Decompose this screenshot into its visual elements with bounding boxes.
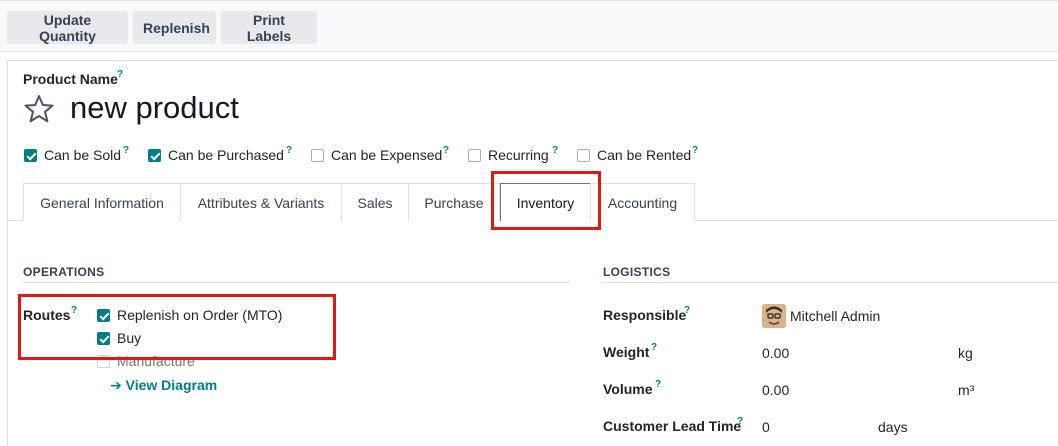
lead-time-unit: days [878, 419, 908, 435]
tab-general-information[interactable]: General Information [23, 183, 181, 221]
inventory-tab-highlight [491, 171, 601, 230]
volume-input[interactable]: 0.00 [762, 382, 789, 398]
print-labels-button[interactable]: Print Labels [221, 11, 317, 44]
can-be-purchased-checkbox[interactable] [148, 149, 161, 162]
favorite-star-icon[interactable] [24, 94, 54, 124]
customer-lead-time-label: Customer Lead Time [603, 418, 742, 434]
can-be-expensed-label: Can be Expensed [331, 147, 443, 163]
can-be-purchased-label: Can be Purchased [168, 147, 284, 163]
can-be-sold-label: Can be Sold [44, 147, 122, 163]
volume-unit: m³ [958, 382, 975, 398]
control-panel: Update Quantity Replenish Print Labels [0, 0, 1058, 52]
responsible-label: Responsible [603, 307, 687, 323]
tab-purchase[interactable]: Purchase [408, 183, 500, 221]
help-icon[interactable]: ? [123, 145, 129, 156]
logistics-heading: LOGISTICS [603, 265, 671, 279]
recurring-checkbox[interactable] [468, 149, 481, 162]
help-icon[interactable]: ? [651, 342, 657, 353]
tab-sales[interactable]: Sales [341, 183, 409, 221]
weight-input[interactable]: 0.00 [762, 345, 789, 361]
operations-divider [23, 282, 571, 283]
view-diagram-link[interactable]: ➔ View Diagram [110, 377, 217, 394]
product-name-input[interactable]: new product [70, 90, 239, 126]
recurring-label: Recurring [488, 147, 549, 163]
help-icon[interactable]: ? [552, 145, 558, 156]
arrow-right-icon: ➔ [110, 377, 126, 393]
can-be-rented-checkbox[interactable] [577, 149, 590, 162]
help-icon[interactable]: ? [737, 416, 743, 427]
replenish-button[interactable]: Replenish [133, 11, 216, 44]
weight-label: Weight [603, 344, 650, 360]
routes-highlight [18, 294, 336, 360]
can-be-rented-label: Can be Rented [597, 147, 692, 163]
responsible-value[interactable]: Mitchell Admin [790, 308, 880, 324]
update-quantity-button[interactable]: Update Quantity [7, 11, 128, 44]
help-icon[interactable]: ? [692, 145, 698, 156]
operations-heading: OPERATIONS [23, 265, 105, 279]
help-icon[interactable]: ? [443, 145, 449, 156]
tab-attributes-variants[interactable]: Attributes & Variants [180, 183, 342, 221]
tab-accounting[interactable]: Accounting [590, 183, 695, 221]
help-icon[interactable]: ? [117, 69, 123, 80]
help-icon[interactable]: ? [286, 145, 292, 156]
volume-label: Volume [603, 381, 653, 397]
can-be-sold-checkbox[interactable] [24, 149, 37, 162]
avatar [762, 304, 786, 328]
view-diagram-label: View Diagram [125, 377, 218, 393]
logistics-divider [603, 282, 1058, 283]
product-name-label: Product Name [23, 71, 118, 87]
help-icon[interactable]: ? [655, 379, 661, 390]
can-be-expensed-checkbox[interactable] [311, 149, 324, 162]
help-icon[interactable]: ? [684, 305, 690, 316]
user-avatar-icon [762, 304, 786, 328]
lead-time-input[interactable]: 0 [762, 419, 770, 435]
weight-unit: kg [958, 345, 973, 361]
